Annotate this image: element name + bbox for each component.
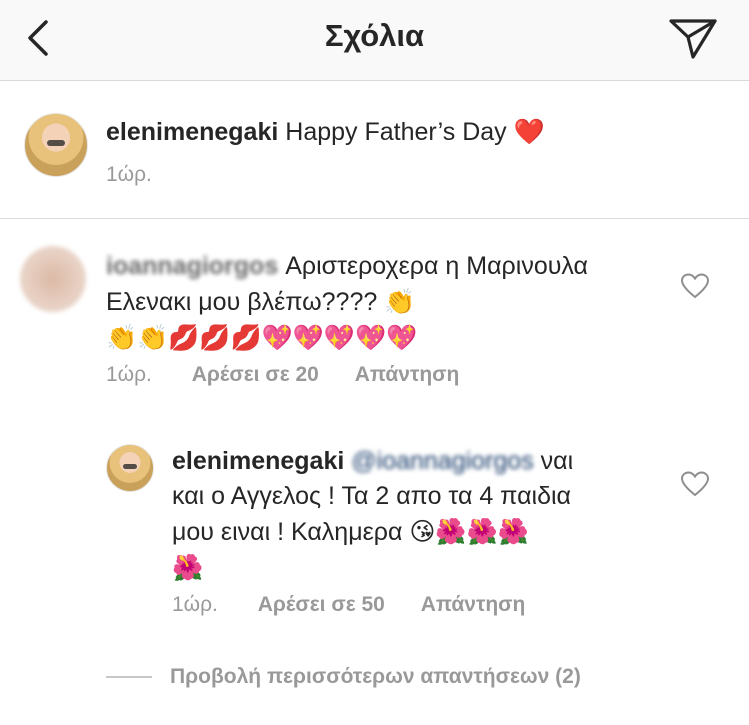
caption-meta: 1ώρ. — [106, 163, 152, 187]
reply-body-3: μου ειναι ! Καλημερα — [172, 518, 403, 546]
comment-emoji-1: 👏 — [384, 287, 416, 316]
caption-time: 1ώρ. — [106, 163, 152, 186]
reply-emoji-1: 😘🌺🌺🌺 — [409, 517, 529, 546]
page-title: Σχόλια — [324, 18, 425, 53]
like-heart-icon[interactable] — [680, 471, 710, 497]
comment-meta: 1ώρ. Αρέσει σε 20 Απάντηση — [106, 363, 459, 387]
avatar[interactable] — [20, 246, 86, 312]
heart-emoji: ❤️ — [513, 117, 545, 146]
caption-body: Happy Father’s Day — [285, 118, 507, 146]
comment-text: ioannagiorgos Αριστεροχερα η Μαρινουλα Ε… — [106, 249, 666, 355]
reply-likes[interactable]: Αρέσει σε 50 — [258, 593, 385, 617]
header-bar: Σχόλια — [0, 0, 749, 81]
reply-time: 1ώρ. — [172, 593, 218, 616]
reply-meta: 1ώρ. Αρέσει σε 50 Απάντηση — [172, 593, 525, 617]
reply-text: elenimenegaki @ioannagiorgos ναι και ο Α… — [172, 444, 642, 585]
reply-emoji-2: 🌺 — [172, 553, 204, 582]
avatar[interactable] — [106, 444, 154, 492]
avatar[interactable] — [24, 113, 88, 177]
view-more-divider — [106, 676, 152, 678]
like-heart-icon[interactable] — [680, 273, 710, 299]
view-more-label: Προβολή περισσότερων απαντήσεων (2) — [170, 665, 581, 688]
comment-likes[interactable]: Αρέσει σε 20 — [192, 363, 319, 387]
view-more-replies-button[interactable]: Προβολή περισσότερων απαντήσεων (2) — [106, 665, 581, 693]
caption-username[interactable]: elenimenegaki — [106, 118, 278, 146]
reply-mention[interactable]: @ioannagiorgos — [351, 447, 533, 475]
comment-emoji-2: 👏👏💋💋💋💖💖💖💖💖 — [106, 323, 418, 352]
comment-username[interactable]: ioannagiorgos — [106, 252, 278, 280]
comment-reply-button[interactable]: Απάντηση — [355, 363, 460, 387]
caption-text: elenimenegaki Happy Father’s Day ❤️ — [106, 114, 545, 150]
reply-username[interactable]: elenimenegaki — [172, 447, 344, 475]
caption-section: elenimenegaki Happy Father’s Day ❤️ 1ώρ. — [0, 81, 749, 219]
reply-reply-button[interactable]: Απάντηση — [421, 593, 526, 617]
comment-time: 1ώρ. — [106, 363, 152, 386]
send-icon[interactable] — [667, 13, 719, 61]
reply-body-1: ναι — [540, 447, 574, 475]
reply-body-2: και ο Αγγελος ! Τα 2 απο τα 4 παιδια — [172, 482, 572, 510]
